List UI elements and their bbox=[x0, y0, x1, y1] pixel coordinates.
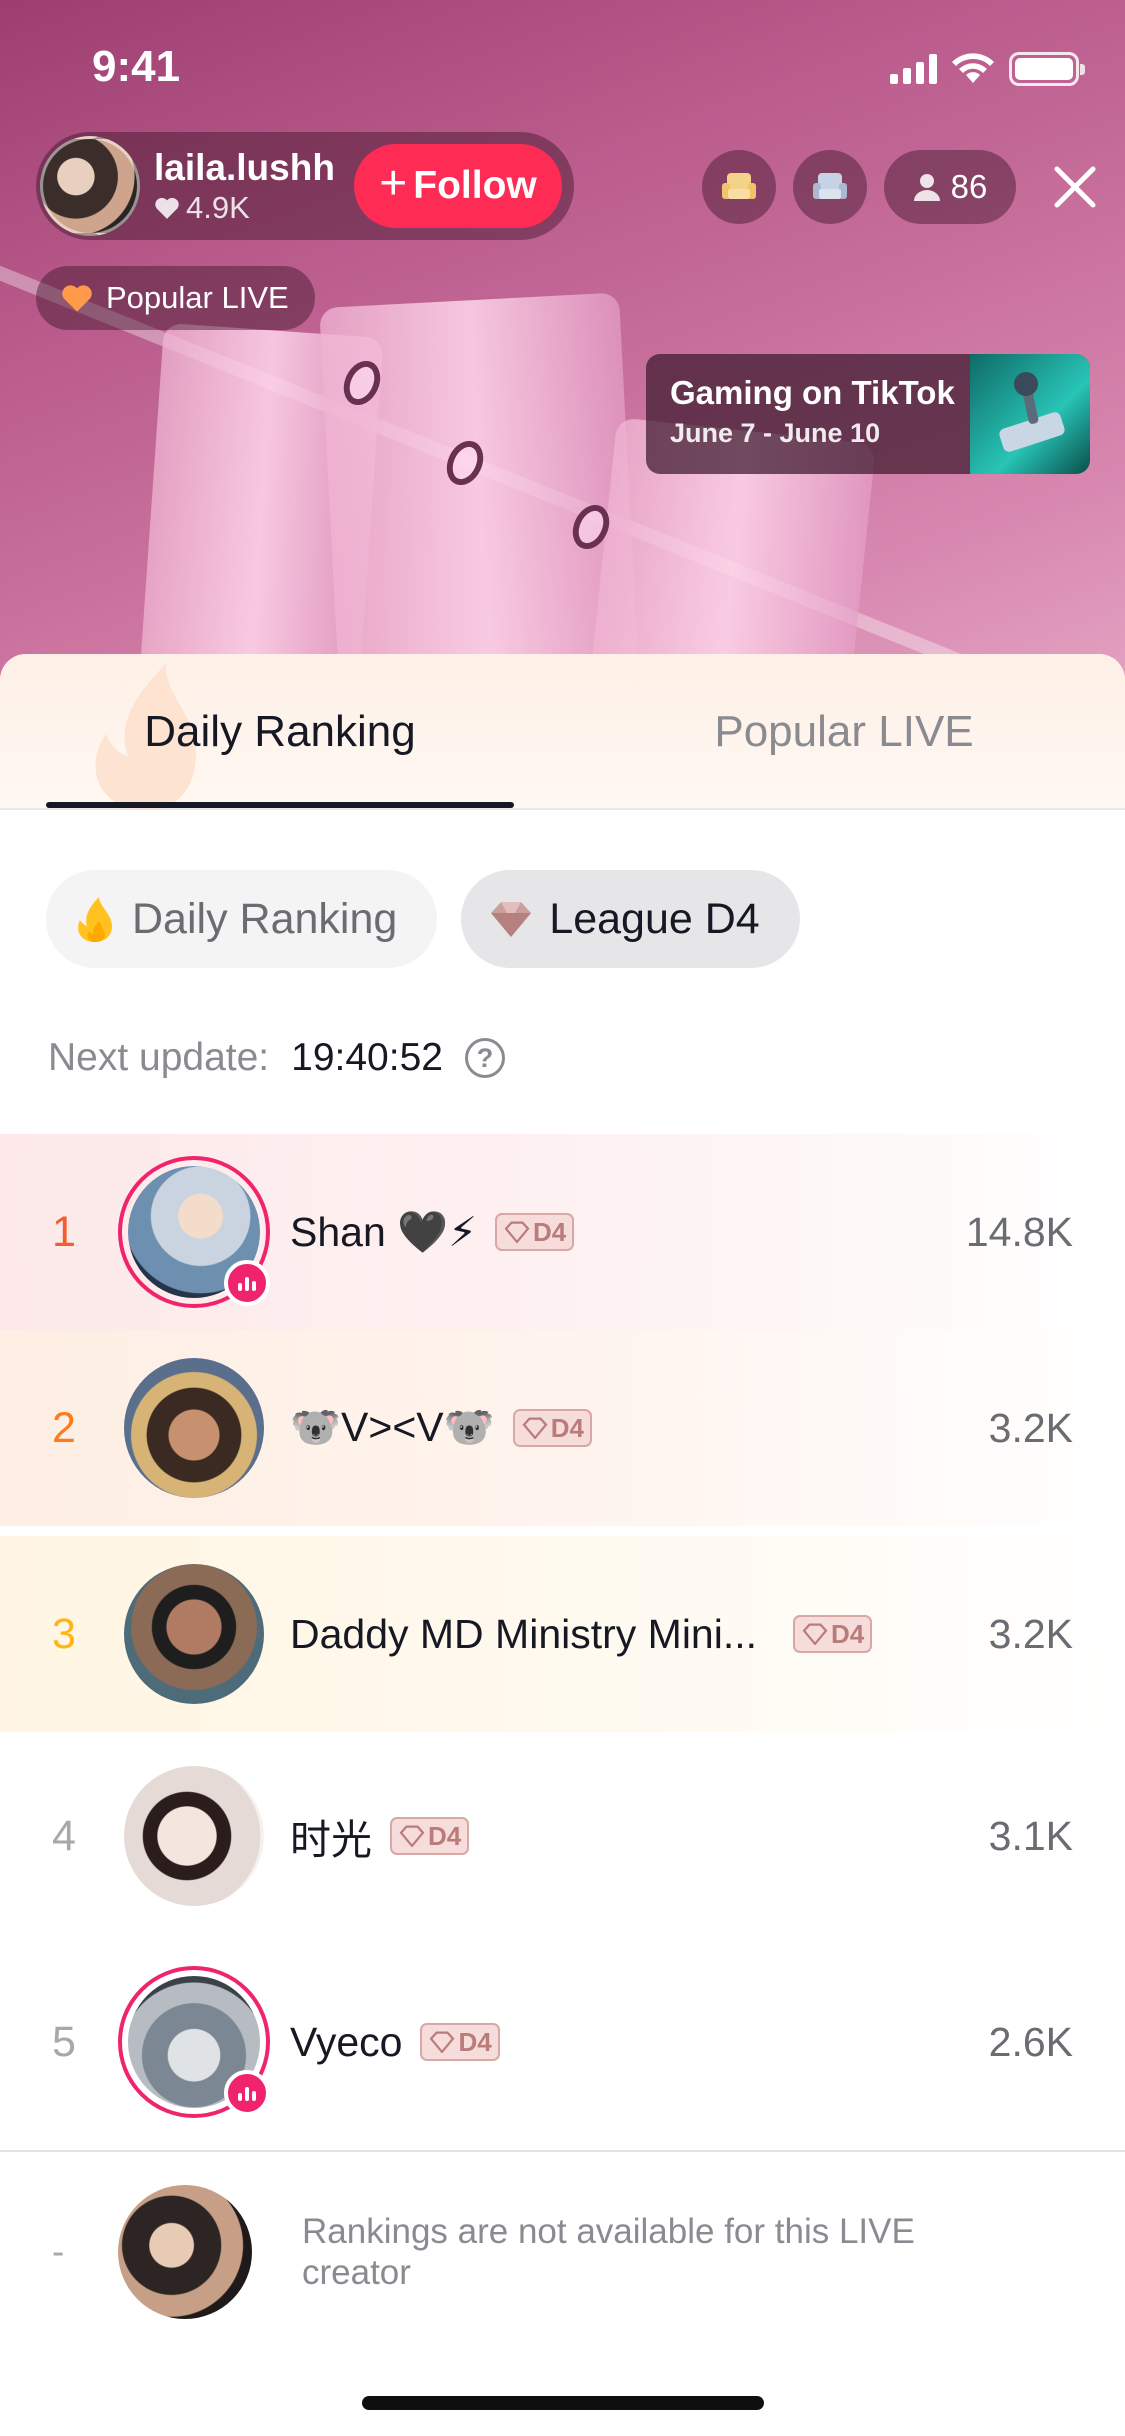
flame-icon bbox=[78, 897, 112, 942]
ranking-row[interactable]: 4 时光 D4 3.1K bbox=[0, 1738, 1125, 1934]
creator-score: 3.2K bbox=[988, 1404, 1073, 1451]
heart-icon bbox=[155, 197, 179, 219]
ranking-row[interactable]: 5 Vyeco D4 2.6K bbox=[0, 1944, 1125, 2140]
daily-ranking-chip-label: Daily Ranking bbox=[132, 894, 398, 943]
second-gifter-chip[interactable] bbox=[793, 150, 867, 224]
rank-placeholder: - bbox=[52, 2231, 65, 2272]
host-pill[interactable]: laila.lushh 4.9K + Follow bbox=[36, 132, 574, 240]
ranking-sheet: Daily Ranking Popular LIVE Daily Ranking… bbox=[0, 654, 1125, 2436]
curtain-panel bbox=[319, 292, 641, 700]
rank-number: 5 bbox=[52, 2017, 76, 2066]
next-update-label: Next update: bbox=[48, 1036, 270, 1079]
next-update-row: Next update: 19:40:52 ? bbox=[48, 1036, 505, 1080]
creator-name: Vyeco bbox=[290, 2018, 403, 2065]
live-indicator-icon bbox=[224, 1260, 270, 1306]
close-icon bbox=[1054, 166, 1096, 208]
sheet-tab-bar: Daily Ranking Popular LIVE bbox=[0, 654, 1125, 810]
league-badge: D4 bbox=[512, 1409, 592, 1447]
host-likes: 4.9K bbox=[154, 190, 335, 226]
help-icon[interactable]: ? bbox=[464, 1038, 505, 1078]
follow-button[interactable]: + Follow bbox=[354, 144, 562, 228]
status-time: 9:41 bbox=[92, 42, 181, 91]
ranking-unavailable-note: Rankings are not available for this LIVE… bbox=[302, 2212, 915, 2292]
viewer-count-pill[interactable]: 86 bbox=[884, 150, 1016, 224]
league-badge: D4 bbox=[494, 1213, 575, 1251]
diamond-icon bbox=[522, 1417, 548, 1439]
home-indicator[interactable] bbox=[362, 2396, 764, 2410]
creator-score: 2.6K bbox=[988, 2018, 1073, 2065]
league-badge: D4 bbox=[420, 2023, 500, 2061]
creator-name: Daddy MD Ministry Mini... bbox=[290, 1610, 758, 1657]
daily-ranking-chip[interactable]: Daily Ranking bbox=[46, 870, 438, 968]
joystick-icon bbox=[970, 354, 1090, 474]
tab-daily-ranking[interactable]: Daily Ranking bbox=[46, 654, 514, 810]
filter-chip-row: Daily Ranking League D4 bbox=[46, 870, 800, 968]
live-indicator-icon bbox=[224, 2070, 270, 2116]
host-name: laila.lushh bbox=[154, 147, 335, 188]
league-badge: D4 bbox=[390, 1817, 470, 1855]
ranking-row[interactable]: 2 🐨V><V🐨 D4 3.2K bbox=[0, 1330, 1125, 1526]
tab-popular-live[interactable]: Popular LIVE bbox=[610, 654, 1078, 810]
orange-heart-icon bbox=[62, 285, 92, 312]
league-d4-chip-label: League D4 bbox=[549, 894, 760, 943]
creator-score: 14.8K bbox=[965, 1208, 1073, 1255]
host-info: laila.lushh 4.9K bbox=[154, 146, 335, 226]
armchair-icon bbox=[722, 173, 756, 199]
rank-number: 2 bbox=[52, 1403, 76, 1452]
creator-score: 3.2K bbox=[988, 1610, 1073, 1657]
creator-name: 🐨V><V🐨 bbox=[290, 1404, 495, 1450]
battery-icon bbox=[1009, 52, 1085, 86]
creator-avatar[interactable] bbox=[118, 1966, 270, 2118]
wifi-icon bbox=[952, 53, 994, 83]
popular-live-chip[interactable]: Popular LIVE bbox=[36, 266, 315, 330]
creator-name-line: 🐨V><V🐨 D4 bbox=[290, 1404, 592, 1452]
follow-label: Follow bbox=[413, 164, 537, 207]
league-d4-chip[interactable]: League D4 bbox=[461, 870, 800, 968]
rank-number: 4 bbox=[52, 1811, 76, 1860]
host-likes-count: 4.9K bbox=[186, 190, 250, 225]
creator-name-line: Shan 🖤⚡ D4 bbox=[290, 1208, 575, 1257]
creator-avatar[interactable] bbox=[118, 1352, 270, 1504]
league-badge: D4 bbox=[793, 1615, 873, 1653]
popular-live-chip-label: Popular LIVE bbox=[106, 280, 289, 315]
top-gifter-chip[interactable] bbox=[702, 150, 776, 224]
host-avatar[interactable] bbox=[118, 2185, 252, 2319]
creator-name-line: 时光 D4 bbox=[290, 1806, 470, 1866]
host-ranking-row: - Rankings are not available for this LI… bbox=[0, 2152, 1125, 2352]
plus-icon: + bbox=[379, 157, 408, 210]
gaming-promo-banner[interactable]: Gaming on TikTok June 7 - June 10 bbox=[646, 354, 1090, 474]
diamond-icon bbox=[429, 2031, 455, 2053]
diamond-icon bbox=[399, 1825, 425, 1847]
creator-avatar[interactable] bbox=[118, 1156, 270, 1308]
rank-number: 1 bbox=[52, 1207, 76, 1256]
creator-avatar[interactable] bbox=[118, 1558, 270, 1710]
diamond-icon bbox=[491, 902, 532, 937]
diamond-icon bbox=[504, 1221, 530, 1243]
viewer-count: 86 bbox=[950, 168, 988, 205]
creator-name-line: Daddy MD Ministry Mini... D4 bbox=[290, 1610, 873, 1658]
creator-name: 时光 bbox=[290, 1817, 372, 1863]
host-avatar[interactable] bbox=[40, 136, 140, 236]
creator-name: Shan 🖤⚡ bbox=[290, 1208, 477, 1255]
creator-name-line: Vyeco D4 bbox=[290, 2019, 500, 2066]
rank-number: 3 bbox=[52, 1609, 76, 1658]
cellular-signal-icon bbox=[890, 54, 937, 84]
diamond-icon bbox=[802, 1623, 828, 1645]
active-tab-indicator bbox=[46, 802, 514, 808]
creator-score: 3.1K bbox=[988, 1812, 1073, 1859]
ranking-row[interactable]: 3 Daddy MD Ministry Mini... D4 3.2K bbox=[0, 1536, 1125, 1732]
status-icons bbox=[890, 52, 1085, 86]
ranking-row[interactable]: 1 Shan 🖤⚡ D4 14.8K bbox=[0, 1134, 1125, 1330]
next-update-countdown: 19:40:52 bbox=[291, 1036, 443, 1079]
person-icon bbox=[913, 174, 940, 201]
creator-avatar[interactable] bbox=[118, 1760, 270, 1912]
armchair-icon bbox=[813, 173, 847, 199]
close-button[interactable] bbox=[1038, 150, 1112, 224]
status-bar: 9:41 bbox=[0, 0, 1125, 130]
